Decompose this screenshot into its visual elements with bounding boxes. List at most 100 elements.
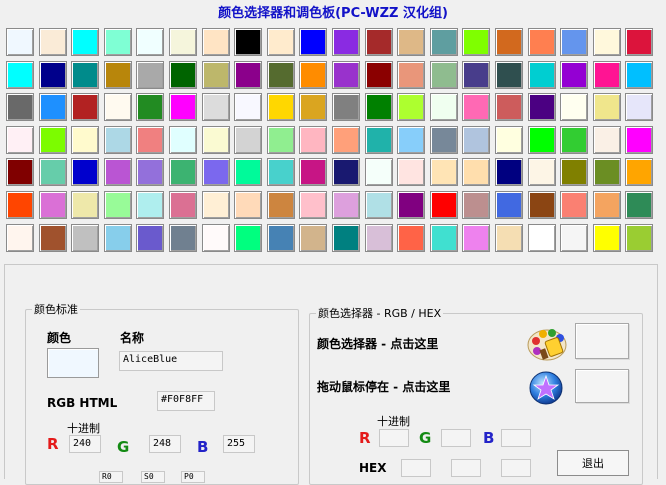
palette-swatch[interactable] (202, 126, 230, 154)
palette-swatch[interactable] (332, 28, 360, 56)
palette-swatch[interactable] (560, 93, 588, 121)
palette-swatch[interactable] (267, 93, 295, 121)
palette-swatch[interactable] (169, 191, 197, 219)
palette-swatch[interactable] (430, 93, 458, 121)
palette-swatch[interactable] (397, 224, 425, 252)
palette-swatch[interactable] (332, 224, 360, 252)
palette-swatch[interactable] (495, 158, 523, 186)
palette-swatch[interactable] (136, 61, 164, 89)
palette-swatch[interactable] (462, 28, 490, 56)
palette-swatch[interactable] (71, 158, 99, 186)
palette-swatch[interactable] (71, 61, 99, 89)
palette-swatch[interactable] (625, 28, 653, 56)
palette-swatch[interactable] (593, 93, 621, 121)
palette-swatch[interactable] (528, 224, 556, 252)
palette-swatch[interactable] (495, 93, 523, 121)
palette-swatch[interactable] (560, 28, 588, 56)
g-value-field[interactable]: 248 (149, 435, 181, 453)
palette-swatch[interactable] (71, 28, 99, 56)
palette-swatch[interactable] (39, 93, 67, 121)
palette-swatch[interactable] (39, 191, 67, 219)
bottom-field-3[interactable]: P0 (181, 471, 205, 483)
palette-swatch[interactable] (528, 126, 556, 154)
palette-swatch[interactable] (299, 224, 327, 252)
palette-swatch[interactable] (495, 61, 523, 89)
palette-swatch[interactable] (6, 126, 34, 154)
palette-swatch[interactable] (39, 224, 67, 252)
palette-swatch[interactable] (202, 224, 230, 252)
palette-swatch[interactable] (560, 126, 588, 154)
g-input-right[interactable] (441, 429, 471, 447)
palette-swatch[interactable] (430, 28, 458, 56)
palette-swatch[interactable] (39, 61, 67, 89)
palette-swatch[interactable] (625, 224, 653, 252)
palette-swatch[interactable] (136, 126, 164, 154)
palette-swatch[interactable] (365, 224, 393, 252)
bottom-field-1[interactable]: R0 (99, 471, 123, 483)
palette-swatch[interactable] (6, 93, 34, 121)
palette-swatch[interactable] (299, 93, 327, 121)
palette-swatch[interactable] (267, 61, 295, 89)
palette-swatch[interactable] (625, 126, 653, 154)
palette-swatch[interactable] (397, 61, 425, 89)
palette-swatch[interactable] (136, 158, 164, 186)
palette-swatch[interactable] (267, 28, 295, 56)
palette-swatch[interactable] (71, 93, 99, 121)
palette-swatch[interactable] (430, 158, 458, 186)
palette-swatch[interactable] (528, 28, 556, 56)
palette-swatch[interactable] (430, 191, 458, 219)
palette-swatch[interactable] (169, 28, 197, 56)
rgb-html-field[interactable]: #F0F8FF (157, 391, 215, 411)
palette-swatch[interactable] (495, 191, 523, 219)
palette-swatch[interactable] (299, 61, 327, 89)
palette-swatch[interactable] (202, 191, 230, 219)
palette-swatch[interactable] (169, 224, 197, 252)
palette-swatch[interactable] (462, 61, 490, 89)
b-input-right[interactable] (501, 429, 531, 447)
palette-swatch[interactable] (332, 158, 360, 186)
palette-swatch[interactable] (560, 158, 588, 186)
palette-swatch[interactable] (397, 158, 425, 186)
hex-input-2[interactable] (451, 459, 481, 477)
palette-swatch[interactable] (495, 28, 523, 56)
palette-swatch[interactable] (528, 191, 556, 219)
palette-swatch[interactable] (234, 61, 262, 89)
color-name-field[interactable]: AliceBlue (119, 351, 223, 371)
palette-swatch[interactable] (267, 191, 295, 219)
palette-swatch[interactable] (6, 224, 34, 252)
palette-swatch[interactable] (365, 61, 393, 89)
palette-swatch[interactable] (299, 191, 327, 219)
palette-swatch[interactable] (104, 28, 132, 56)
palette-swatch[interactable] (365, 191, 393, 219)
palette-swatch[interactable] (136, 28, 164, 56)
palette-swatch[interactable] (234, 224, 262, 252)
palette-swatch[interactable] (462, 93, 490, 121)
palette-swatch[interactable] (202, 158, 230, 186)
r-input-right[interactable] (379, 429, 409, 447)
palette-swatch[interactable] (462, 158, 490, 186)
bottom-field-2[interactable]: S0 (141, 471, 165, 483)
palette-swatch[interactable] (169, 158, 197, 186)
palette-swatch[interactable] (593, 191, 621, 219)
palette-swatch[interactable] (593, 28, 621, 56)
exit-button[interactable]: 退出 (557, 450, 629, 476)
palette-swatch[interactable] (528, 61, 556, 89)
palette-swatch[interactable] (169, 61, 197, 89)
palette-swatch[interactable] (365, 28, 393, 56)
palette-swatch[interactable] (625, 191, 653, 219)
palette-swatch[interactable] (430, 224, 458, 252)
palette-swatch[interactable] (104, 158, 132, 186)
palette-swatch[interactable] (332, 191, 360, 219)
palette-swatch[interactable] (234, 28, 262, 56)
palette-swatch[interactable] (528, 158, 556, 186)
palette-swatch[interactable] (104, 224, 132, 252)
palette-swatch[interactable] (202, 61, 230, 89)
palette-swatch[interactable] (6, 158, 34, 186)
palette-swatch[interactable] (560, 61, 588, 89)
palette-swatch[interactable] (625, 158, 653, 186)
palette-swatch[interactable] (593, 126, 621, 154)
palette-swatch[interactable] (267, 158, 295, 186)
palette-swatch[interactable] (625, 61, 653, 89)
palette-swatch[interactable] (299, 126, 327, 154)
palette-swatch[interactable] (462, 126, 490, 154)
